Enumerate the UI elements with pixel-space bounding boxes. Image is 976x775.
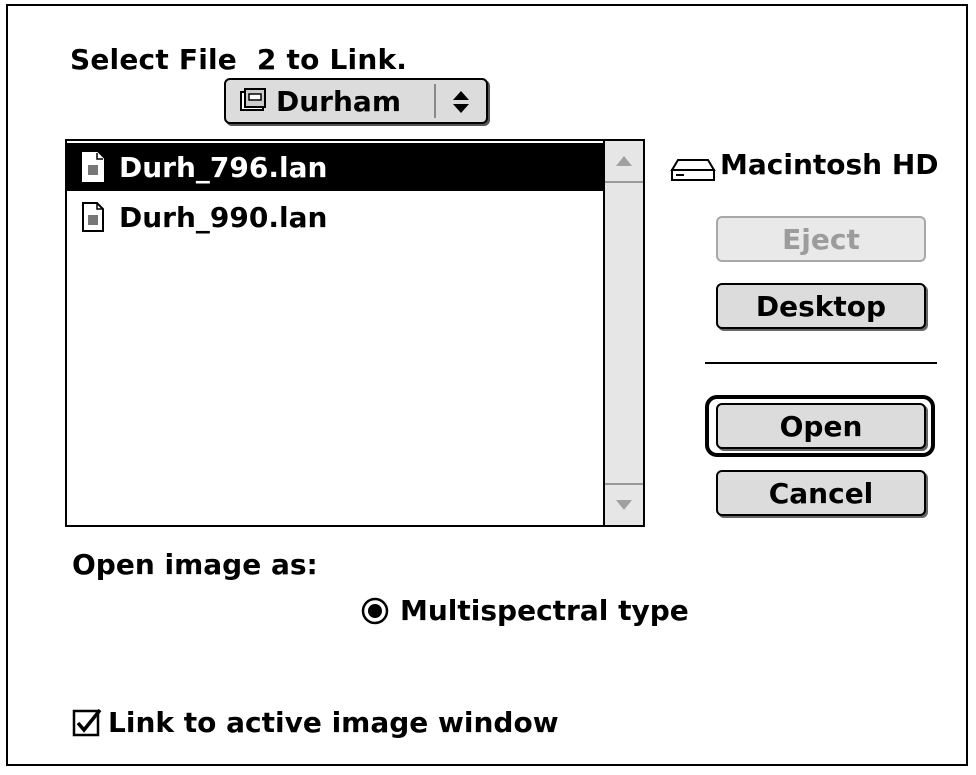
button-separator xyxy=(705,362,937,364)
folder-disk-icon xyxy=(240,88,266,111)
file-name: Durh_796.lan xyxy=(119,150,328,184)
file-name: Durh_990.lan xyxy=(119,200,328,234)
scroll-down-arrow-icon xyxy=(616,500,632,510)
folder-popup-menu[interactable]: Durham xyxy=(224,78,488,124)
scroll-up-arrow-icon xyxy=(616,156,632,166)
open-file-dialog: Select File 2 to Link. Durham Durh_796.l… xyxy=(6,4,968,766)
cancel-button[interactable]: Cancel xyxy=(716,470,926,516)
dialog-title: Select File 2 to Link. xyxy=(70,43,408,76)
open-as-label: Open image as: xyxy=(72,548,318,581)
document-icon xyxy=(82,152,104,182)
checkbox-label: Link to active image window xyxy=(108,706,559,739)
up-down-arrows-icon xyxy=(453,91,469,113)
scroll-down-button[interactable] xyxy=(605,483,643,525)
radio-label: Multispectral type xyxy=(400,594,689,627)
desktop-button[interactable]: Desktop xyxy=(716,283,926,329)
current-volume: Macintosh HD xyxy=(670,144,939,184)
popup-divider xyxy=(434,84,436,118)
multispectral-radio-option[interactable]: Multispectral type xyxy=(360,594,689,627)
folder-popup-label: Durham xyxy=(276,84,401,118)
volume-name: Macintosh HD xyxy=(720,147,939,181)
vertical-scrollbar[interactable] xyxy=(603,141,643,525)
file-list[interactable]: Durh_796.lan Durh_990.lan xyxy=(65,139,645,527)
scroll-up-button[interactable] xyxy=(605,141,643,183)
radio-button-selected-icon[interactable] xyxy=(360,596,390,626)
checkbox-checked-icon[interactable] xyxy=(72,708,102,738)
eject-button[interactable]: Eject xyxy=(716,216,926,262)
link-window-checkbox-option[interactable]: Link to active image window xyxy=(72,706,559,739)
file-list-item[interactable]: Durh_990.lan xyxy=(67,193,603,241)
hard-drive-icon xyxy=(670,159,716,181)
open-button[interactable]: Open xyxy=(716,403,926,449)
document-icon xyxy=(82,202,104,232)
file-list-item[interactable]: Durh_796.lan xyxy=(67,143,603,191)
